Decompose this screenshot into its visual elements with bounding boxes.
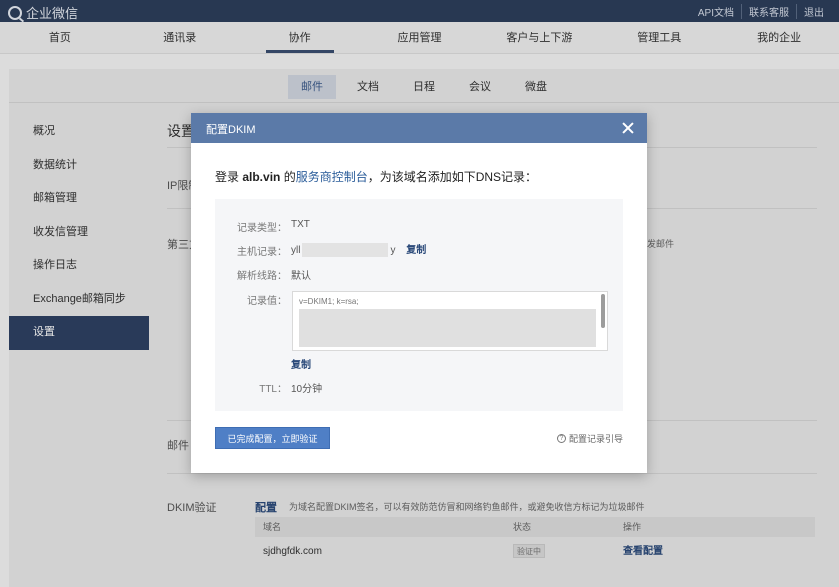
- masked-record-value: [299, 309, 596, 347]
- copy-host-link[interactable]: 复制: [406, 245, 426, 256]
- instruction-suffix: ，为该域名添加如下DNS记录：: [367, 170, 538, 184]
- resolution-line-label: 解析线路：: [237, 271, 287, 282]
- provider-console-link[interactable]: 服务商控制台: [296, 170, 368, 184]
- record-value-textarea[interactable]: v=DKIM1; k=rsa;: [292, 291, 608, 351]
- host-record-value: yll y 复制: [291, 241, 426, 258]
- record-guide-link[interactable]: ? 配置记录引导: [556, 432, 623, 445]
- instruction-domain: alb.vin: [242, 170, 281, 184]
- host-suffix: y: [390, 245, 396, 256]
- ttl-label: TTL：: [259, 384, 287, 395]
- dialog-header: 配置DKIM: [191, 113, 647, 143]
- record-value-label: 记录值：: [247, 296, 287, 307]
- masked-host-value: [302, 243, 389, 258]
- help-circle-icon: ?: [556, 434, 566, 443]
- host-prefix: yll: [291, 245, 301, 256]
- record-type-label: 记录类型：: [237, 223, 287, 234]
- instruction-prefix: 登录: [215, 170, 243, 184]
- resolution-line-value: 默认: [291, 271, 311, 282]
- ttl-value: 10分钟: [291, 384, 323, 395]
- copy-value-wrapper: 复制: [291, 356, 311, 371]
- record-value-text: v=DKIM1; k=rsa;: [299, 297, 359, 306]
- record-guide-label: 配置记录引导: [568, 434, 623, 444]
- textarea-scrollbar[interactable]: [601, 294, 605, 328]
- record-type-value: TXT: [291, 219, 310, 230]
- dkim-config-dialog: 配置DKIM 登录 alb.vin 的服务商控制台，为该域名添加如下DNS记录：…: [191, 113, 647, 473]
- dns-record-panel: 记录类型： TXT 主机记录： yll y 复制 解析线路： 默认 记录值： v=…: [215, 199, 623, 411]
- copy-value-link[interactable]: 复制: [291, 360, 311, 371]
- dialog-instruction: 登录 alb.vin 的服务商控制台，为该域名添加如下DNS记录：: [215, 168, 537, 185]
- verify-now-button[interactable]: 已完成配置，立即验证: [215, 427, 330, 449]
- host-record-label: 主机记录：: [237, 247, 287, 258]
- close-icon[interactable]: [620, 120, 636, 136]
- dialog-title: 配置DKIM: [206, 124, 256, 136]
- instruction-mid: 的: [280, 170, 296, 184]
